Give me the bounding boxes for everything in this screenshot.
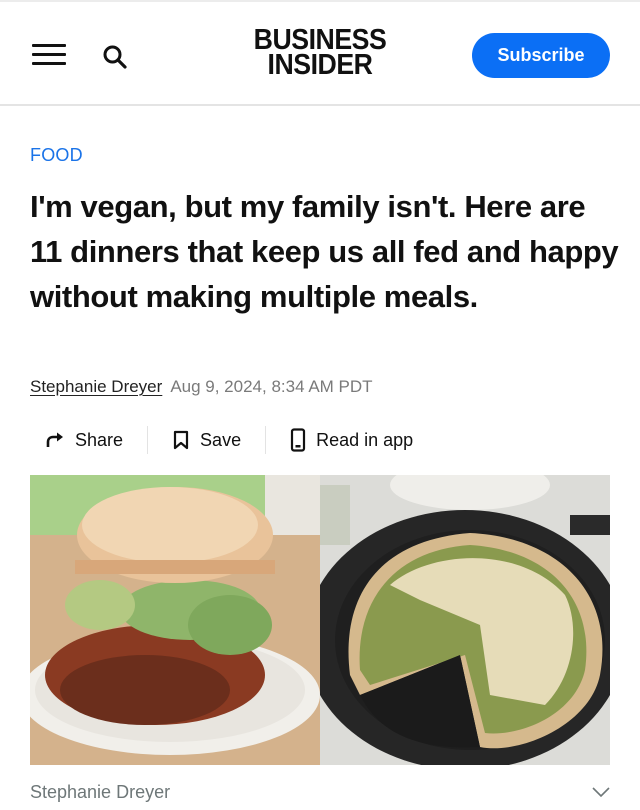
action-divider xyxy=(265,426,267,454)
hamburger-menu-icon[interactable] xyxy=(32,44,66,66)
phone-icon xyxy=(290,428,306,452)
save-button[interactable]: Save xyxy=(172,422,241,458)
pizza-skillet-photo xyxy=(320,475,610,765)
skillet-pizza-illustration xyxy=(320,475,610,765)
action-divider xyxy=(147,426,149,454)
share-label: Share xyxy=(75,429,124,450)
search-icon[interactable] xyxy=(100,42,130,72)
byline: Stephanie Dreyer Aug 9, 2024, 8:34 AM PDT xyxy=(30,377,373,397)
bookmark-icon xyxy=(173,430,189,450)
article-actions: Share Save Read in app xyxy=(30,422,413,458)
image-caption: Stephanie Dreyer xyxy=(30,780,610,806)
share-arrow-icon xyxy=(46,432,63,447)
read-in-app-button[interactable]: Read in app xyxy=(290,422,413,458)
subscribe-button[interactable]: Subscribe xyxy=(472,33,610,78)
sloppy-joe-illustration xyxy=(30,475,320,765)
publish-timestamp: Aug 9, 2024, 8:34 AM PDT xyxy=(170,377,373,396)
share-button[interactable]: Share xyxy=(30,422,123,458)
site-header: BUSINESS INSIDER Subscribe xyxy=(0,0,640,106)
read-in-app-label: Read in app xyxy=(316,429,414,450)
save-label: Save xyxy=(200,429,242,450)
sloppy-joe-photo xyxy=(30,475,320,765)
author-link[interactable]: Stephanie Dreyer xyxy=(30,377,162,396)
logo-line-2: INSIDER xyxy=(267,49,373,81)
photo-credit: Stephanie Dreyer xyxy=(30,782,171,802)
business-insider-logo[interactable]: BUSINESS INSIDER xyxy=(236,26,404,82)
chevron-down-icon[interactable] xyxy=(592,786,610,798)
hero-image[interactable] xyxy=(30,475,610,765)
category-link[interactable]: FOOD xyxy=(30,145,83,166)
article-headline: I'm vegan, but my family isn't. Here are… xyxy=(30,189,619,314)
